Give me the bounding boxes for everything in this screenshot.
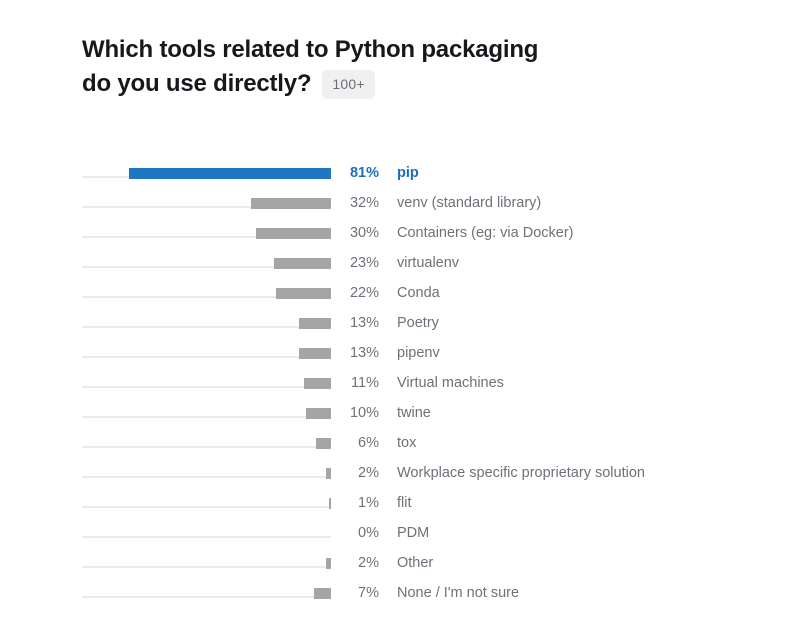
bar <box>326 558 331 569</box>
bar <box>274 258 331 269</box>
chart-row: 23% virtualenv <box>0 250 787 280</box>
page-title-line-2: do you use directly? <box>82 67 311 101</box>
bar-category-label: Conda <box>397 280 440 306</box>
bar <box>304 378 331 389</box>
bar-track <box>82 356 331 358</box>
bar-category-label: Virtual machines <box>397 370 504 396</box>
bar-track <box>82 596 331 598</box>
bar <box>256 228 331 239</box>
bar-category-label: twine <box>397 400 431 426</box>
bar-category-label: tox <box>397 430 416 456</box>
bar-value-label: 2% <box>337 460 379 486</box>
bar-chart: 81% pip 32% venv (standard library) 30% Conta… <box>0 160 787 610</box>
bar <box>299 348 331 359</box>
bar-value-label: 2% <box>337 550 379 576</box>
bar-track <box>82 326 331 328</box>
bar-track <box>82 566 331 568</box>
bar-value-label: 6% <box>337 430 379 456</box>
chart-row: 81% pip <box>0 160 787 190</box>
bar <box>129 168 331 179</box>
page-title-line-2-row: do you use directly? 100+ <box>82 67 702 101</box>
bar-category-label: virtualenv <box>397 250 459 276</box>
bar-value-label: 22% <box>337 280 379 306</box>
chart-row: 6% tox <box>0 430 787 460</box>
bar-value-label: 11% <box>337 370 379 396</box>
chart-row: 13% Poetry <box>0 310 787 340</box>
bar-category-label: flit <box>397 490 412 516</box>
bar-category-label: None / I'm not sure <box>397 580 519 606</box>
bar-track <box>82 416 331 418</box>
bar-area <box>82 190 331 220</box>
chart-row: 2% Workplace specific proprietary solutio… <box>0 460 787 490</box>
bar-category-label: pipenv <box>397 340 440 366</box>
chart-row: 7% None / I'm not sure <box>0 580 787 610</box>
chart-row: 13% pipenv <box>0 340 787 370</box>
chart-row: 2% Other <box>0 550 787 580</box>
bar-value-label: 30% <box>337 220 379 246</box>
bar-value-label: 13% <box>337 340 379 366</box>
bar-value-label: 10% <box>337 400 379 426</box>
chart-row: 10% twine <box>0 400 787 430</box>
bar <box>251 198 331 209</box>
bar <box>314 588 331 599</box>
bar-value-label: 81% <box>337 160 379 186</box>
page-title: Which tools related to Python packaging … <box>82 33 702 101</box>
bar-area <box>82 160 331 190</box>
bar-value-label: 32% <box>337 190 379 216</box>
bar-category-label: Workplace specific proprietary solution <box>397 460 645 486</box>
bar-area <box>82 370 331 400</box>
bar <box>276 288 331 299</box>
chart-row: 11% Virtual machines <box>0 370 787 400</box>
bar-value-label: 23% <box>337 250 379 276</box>
bar <box>306 408 331 419</box>
chart-row: 0% PDM <box>0 520 787 550</box>
bar-area <box>82 250 331 280</box>
bar-category-label: venv (standard library) <box>397 190 541 216</box>
bar-area <box>82 550 331 580</box>
bar-area <box>82 340 331 370</box>
bar-track <box>82 446 331 448</box>
chart-row: 22% Conda <box>0 280 787 310</box>
bar-value-label: 1% <box>337 490 379 516</box>
survey-results-page: Which tools related to Python packaging … <box>0 0 787 639</box>
bar-category-label: Poetry <box>397 310 439 336</box>
bar-area <box>82 430 331 460</box>
chart-row: 1% flit <box>0 490 787 520</box>
bar <box>329 498 331 509</box>
bar-category-label: PDM <box>397 520 429 546</box>
bar-category-label: Containers (eg: via Docker) <box>397 220 574 246</box>
bar-value-label: 7% <box>337 580 379 606</box>
chart-row: 32% venv (standard library) <box>0 190 787 220</box>
bar <box>316 438 331 449</box>
respondent-count-badge: 100+ <box>322 70 374 99</box>
bar-area <box>82 400 331 430</box>
bar-value-label: 13% <box>337 310 379 336</box>
page-title-line-1: Which tools related to Python packaging <box>82 33 702 67</box>
bar-area <box>82 460 331 490</box>
bar-track <box>82 536 331 538</box>
bar-area <box>82 580 331 610</box>
bar-area <box>82 220 331 250</box>
bar <box>299 318 331 329</box>
bar-category-label: pip <box>397 160 419 186</box>
bar-area <box>82 520 331 550</box>
bar-category-label: Other <box>397 550 433 576</box>
chart-row: 30% Containers (eg: via Docker) <box>0 220 787 250</box>
bar-area <box>82 310 331 340</box>
bar-track <box>82 506 331 508</box>
bar-area <box>82 280 331 310</box>
bar-track <box>82 476 331 478</box>
bar-area <box>82 490 331 520</box>
bar-track <box>82 386 331 388</box>
bar <box>326 468 331 479</box>
bar-value-label: 0% <box>337 520 379 546</box>
